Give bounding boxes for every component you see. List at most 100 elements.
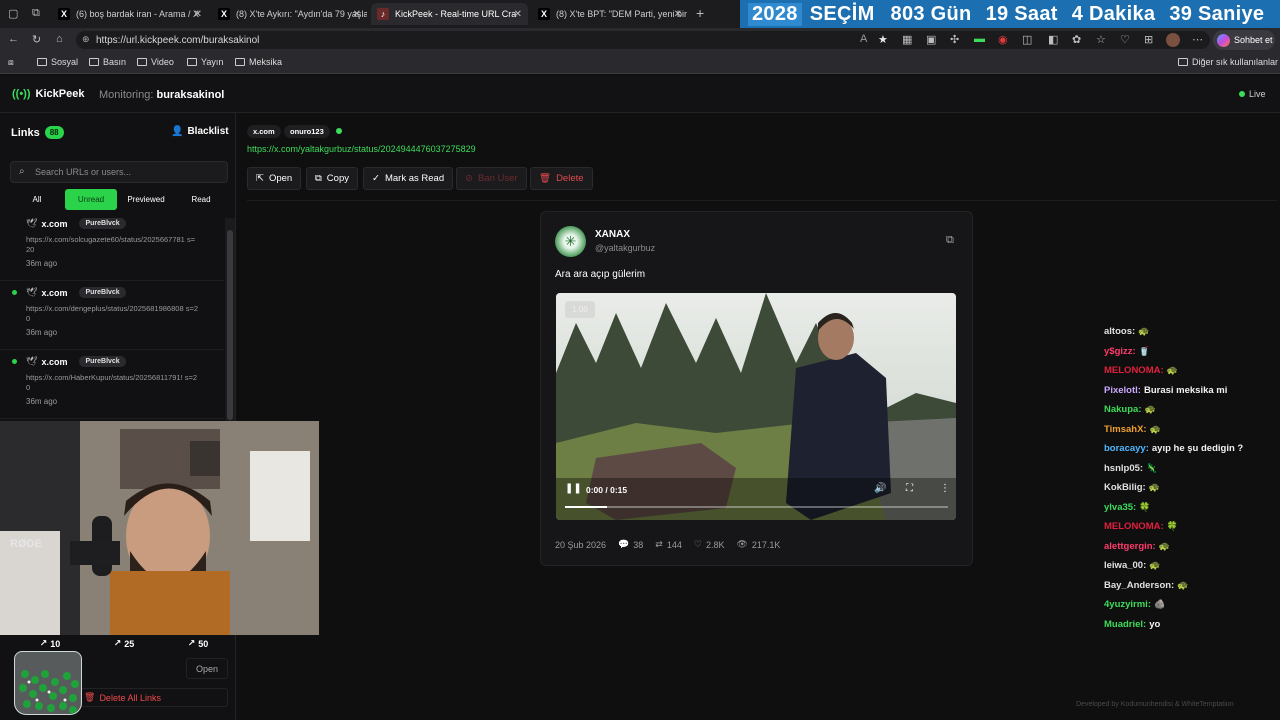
- split-screen-icon[interactable]: ◧: [1048, 33, 1058, 46]
- ban-user-button[interactable]: ⊘ Ban User: [456, 167, 527, 190]
- more-options-icon[interactable]: ⋮: [940, 483, 950, 494]
- playback-speed-badge[interactable]: 1.00: [565, 301, 595, 318]
- chat-username[interactable]: KokBilig:: [1104, 482, 1146, 493]
- chat-username[interactable]: TimsahX:: [1104, 424, 1147, 435]
- close-tab-icon[interactable]: ✕: [674, 9, 682, 20]
- tab-3-active[interactable]: ♪ KickPeek - Real-time URL Cra ✕: [371, 3, 528, 25]
- link-list-item[interactable]: 🕊 x.com PureBlvck https://x.com/solcugazet…: [0, 213, 224, 281]
- links-scrollbar[interactable]: [225, 218, 235, 428]
- chat-username[interactable]: boracayy:: [1104, 443, 1149, 454]
- link-list-item[interactable]: 🕊 x.com PureBlvck https://x.com/dengeplus/…: [0, 282, 224, 350]
- chat-username[interactable]: altoos:: [1104, 326, 1135, 337]
- favorites-icon[interactable]: ☆: [1096, 33, 1106, 46]
- close-tab-icon[interactable]: ✕: [194, 9, 202, 20]
- open-external-icon[interactable]: ⧉: [946, 234, 954, 247]
- browser-essentials-icon[interactable]: ♡: [1120, 33, 1130, 46]
- bookmark-folder-yayin[interactable]: Yayın: [187, 57, 223, 67]
- tweet-meta-row: 20 Şub 2026 💬 38 ⇄ 144 ♡ 2.8K 👁 217.1K: [555, 539, 780, 550]
- reload-icon[interactable]: ↻: [32, 33, 41, 46]
- chat-username[interactable]: Muadriel:: [1104, 619, 1146, 630]
- home-icon[interactable]: ⌂: [56, 33, 63, 45]
- chat-username[interactable]: Pixelotl:: [1104, 385, 1141, 396]
- scrollbar-thumb[interactable]: [227, 230, 233, 420]
- back-icon[interactable]: ←: [8, 33, 19, 45]
- delete-all-links-button[interactable]: 🗑 Delete All Links: [80, 688, 228, 707]
- tab-1[interactable]: X (6) boş bardak iran - Arama / X ✕: [52, 3, 208, 25]
- chat-emote-icon: 🥤: [1138, 345, 1150, 356]
- user-chip[interactable]: onuro123: [284, 125, 330, 138]
- extension-icon[interactable]: ▣: [926, 33, 936, 46]
- fullscreen-icon[interactable]: ⛶: [906, 483, 913, 494]
- filter-unread[interactable]: Unread: [65, 189, 117, 210]
- tab-4[interactable]: X (8) X'te BPT: "DEM Parti, yeni bir i ✕: [532, 3, 688, 25]
- copilot-chat-button[interactable]: Sohbet et: [1213, 30, 1275, 50]
- tab-actions-icon[interactable]: ▢: [8, 7, 18, 20]
- stat-open-25[interactable]: ↗ 25: [104, 635, 144, 652]
- more-menu-icon[interactable]: ⋯: [1192, 33, 1203, 46]
- chat-username[interactable]: MELONOMA:: [1104, 365, 1164, 376]
- reader-mode-icon[interactable]: A: [860, 33, 867, 45]
- extension-icon[interactable]: ✣: [950, 33, 959, 46]
- chat-username[interactable]: alettgergin:: [1104, 541, 1156, 552]
- chat-username[interactable]: y$gizz:: [1104, 346, 1136, 357]
- mark-as-read-button[interactable]: ✓ Mark as Read: [363, 167, 454, 190]
- blacklist-button[interactable]: 👤 Blacklist: [171, 126, 229, 137]
- extension-icon[interactable]: ◫: [1022, 33, 1032, 46]
- new-tab-icon[interactable]: +: [696, 5, 704, 21]
- bookmark-folder-sosyal[interactable]: Sosyal: [37, 57, 78, 67]
- bookmark-folder-meksika[interactable]: Meksika: [235, 57, 282, 67]
- chat-username[interactable]: MELONOMA:: [1104, 521, 1164, 532]
- bookmark-folder-video[interactable]: Video: [137, 57, 174, 67]
- link-list-item[interactable]: 🕊 x.com PureBlvck https://x.com/HaberKupur…: [0, 351, 224, 419]
- chat-username[interactable]: leiwa_00:: [1104, 560, 1146, 571]
- chat-username[interactable]: Nakupa:: [1104, 404, 1141, 415]
- likes-stat[interactable]: ♡ 2.8K: [694, 539, 725, 550]
- chat-username[interactable]: ylva35:: [1104, 502, 1136, 513]
- video-player[interactable]: 1.00 ❚❚ 0:00 / 0:15 🔊 ⛶ ⋮: [556, 293, 956, 520]
- copilot-icon: [1217, 33, 1230, 47]
- close-tab-icon[interactable]: ✕: [514, 9, 522, 20]
- filter-previewed[interactable]: Previewed: [122, 189, 170, 210]
- other-bookmarks-folder[interactable]: Diğer sık kullanılanlar: [1178, 57, 1278, 67]
- chat-username[interactable]: Bay_Anderson:: [1104, 580, 1174, 591]
- volume-icon[interactable]: 🔊: [874, 483, 886, 494]
- chat-username[interactable]: 4yuzyirmi:: [1104, 599, 1151, 610]
- bookmarks-menu-icon[interactable]: ⧈: [8, 57, 14, 68]
- site-info-icon[interactable]: ⊕: [82, 34, 90, 45]
- extension-icon[interactable]: ▬: [974, 33, 985, 45]
- stat-open-50[interactable]: ↗ 50: [178, 635, 218, 652]
- app-logo[interactable]: ((•)) KickPeek: [12, 88, 84, 100]
- tweet-icon: 🕊: [26, 218, 38, 228]
- replies-stat[interactable]: 💬 38: [618, 539, 643, 550]
- monitoring-user: buraksakinol: [156, 89, 225, 101]
- url-input[interactable]: ⊕ https://url.kickpeek.com/buraksakinol: [76, 31, 1210, 49]
- extension-icon[interactable]: ▦: [902, 33, 912, 46]
- chat-username[interactable]: hsnlp05:: [1104, 463, 1143, 474]
- bookmark-folder-basin[interactable]: Basın: [89, 57, 126, 67]
- tweet-author-name[interactable]: XANAX: [595, 229, 630, 240]
- tweet-text: Ara ara açıp gülerim: [555, 269, 646, 280]
- tweet-author-handle[interactable]: @yaltakgurbuz: [595, 243, 655, 253]
- tab-2[interactable]: X (8) X'te Aykırı: "Aydın'da 79 yaşlar ✕: [212, 3, 367, 25]
- open-link-button[interactable]: ⇱ Open: [247, 167, 302, 190]
- filter-all[interactable]: All: [22, 189, 52, 210]
- copy-link-button[interactable]: ⧉ Copy: [306, 167, 358, 190]
- extensions-icon[interactable]: ✿: [1072, 33, 1081, 46]
- retweets-stat[interactable]: ⇄ 144: [655, 539, 682, 550]
- workspaces-icon[interactable]: ⧉: [32, 7, 40, 20]
- tweet-url-link[interactable]: https://x.com/yaltakgurbuz/status/202494…: [247, 144, 476, 154]
- stat-open-10[interactable]: ↗ 10: [30, 635, 70, 652]
- pause-icon[interactable]: ❚❚: [565, 483, 582, 494]
- video-progress-bar[interactable]: [565, 506, 948, 508]
- filter-read[interactable]: Read: [184, 189, 218, 210]
- extension-icon[interactable]: ◉: [998, 33, 1008, 46]
- close-tab-icon[interactable]: ✕: [353, 9, 361, 20]
- collections-icon[interactable]: ⊞: [1144, 33, 1153, 46]
- profile-avatar[interactable]: [1166, 33, 1180, 47]
- favorite-star-icon[interactable]: ★: [878, 33, 888, 46]
- avatar[interactable]: ✳: [555, 226, 586, 257]
- open-button[interactable]: Open: [186, 658, 228, 679]
- search-input[interactable]: ⌕ Search URLs or users...: [10, 161, 228, 183]
- delete-link-button[interactable]: 🗑 Delete: [530, 167, 593, 190]
- folder-icon: [89, 58, 99, 66]
